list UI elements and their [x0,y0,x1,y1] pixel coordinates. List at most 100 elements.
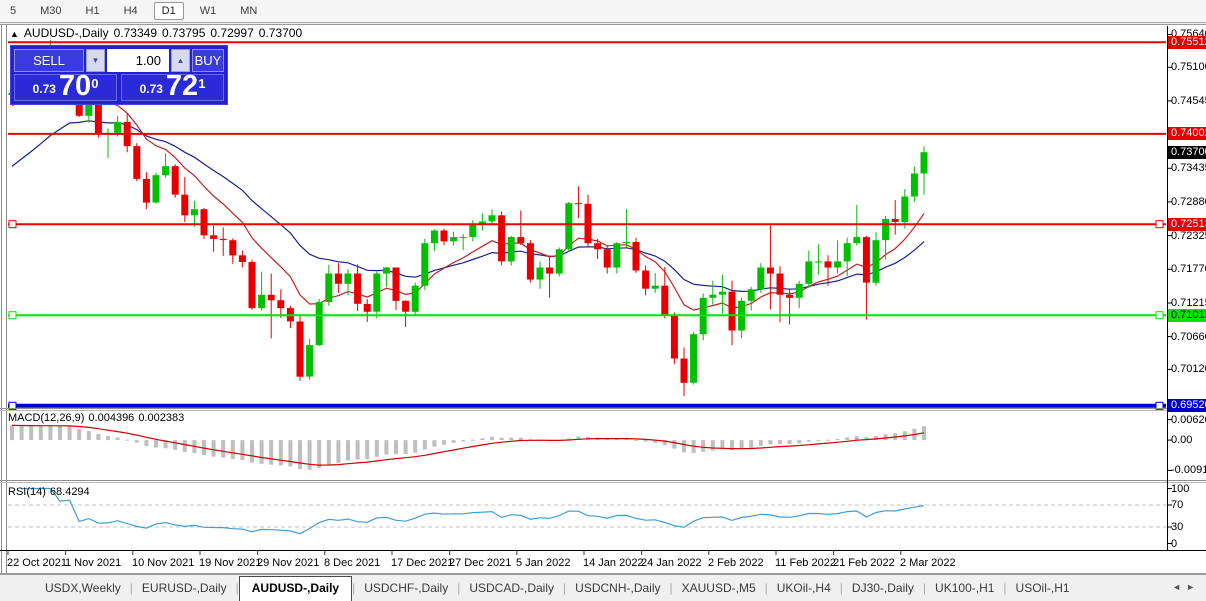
macd-histogram-bar [404,440,408,454]
candle-body [239,255,246,262]
macd-histogram-bar [154,440,158,447]
macd-histogram-bar [778,440,782,444]
candle-body [441,231,448,242]
macd-histogram-bar [749,440,753,448]
sell-price-big: 70 [59,73,91,99]
chart-tab-dj30daily[interactable]: DJ30-,Daily [843,577,923,599]
chart-tab-eurusddaily[interactable]: EURUSD-,Daily [133,577,236,599]
candle-body [345,274,352,284]
rsi-axis-tick: 70 [1171,499,1183,511]
macd-histogram-bar [490,437,494,440]
price-axis-tick: 0.73435 [1171,162,1206,174]
buy-price-big: 72 [166,73,198,99]
macd-histogram-bar [509,438,513,441]
date-axis-tick: 24 Jan 2022 [641,557,702,569]
tabs-scroll-right-icon[interactable]: ► [1186,582,1200,592]
line-handle-left[interactable] [9,221,16,228]
macd-histogram-bar [269,440,273,465]
chart-tab-usdcnhdaily[interactable]: USDCNH-,Daily [566,577,669,599]
candle-body [383,268,390,274]
macd-histogram-bar [106,436,110,440]
buy-price-display[interactable]: 0.73721 [121,74,224,101]
candle-body [85,105,92,116]
level-price-label: 0.75512 [1168,36,1206,49]
macd-histogram-bar [29,426,33,440]
chart-tab-xauusdm5[interactable]: XAUUSD-,M5 [673,577,765,599]
date-axis-tick: 10 Nov 2021 [132,557,194,569]
candle-body [671,316,678,359]
sell-button[interactable]: SELL [14,49,84,72]
line-handle-right[interactable] [1156,312,1163,319]
macd-value-main: 0.004396 [88,412,134,424]
macd-histogram-bar [442,440,446,445]
volume-input[interactable] [107,49,169,72]
candle-body [777,274,784,295]
macd-histogram-bar [375,440,379,457]
buy-button[interactable]: BUY [192,49,224,72]
level-price-label: 0.74002 [1168,127,1206,140]
date-axis-tick: 22 Oct 2021 [7,557,67,569]
price-axis-tick: 0.72880 [1171,196,1206,208]
macd-histogram-bar [125,440,129,441]
chart-tab-usoilh1[interactable]: USOil-,H1 [1007,577,1079,599]
macd-histogram-bar [279,440,283,465]
macd-histogram-bar [58,426,62,440]
candle-body [354,274,361,304]
macd-histogram-bar [672,440,676,449]
candle-body [853,237,860,243]
candle-body [623,242,630,243]
chart-tab-audusddaily[interactable]: AUDUSD-,Daily [239,576,352,601]
panel-collapse-icon[interactable]: ▲ [10,29,19,39]
candle-body [277,300,284,308]
candle-body [489,215,496,221]
chart-tab-usdchfdaily[interactable]: USDCHF-,Daily [355,577,457,599]
macd-histogram-bar [356,440,360,460]
macd-histogram-bar [87,431,91,440]
line-handle-right[interactable] [1156,221,1163,228]
candle-body [460,237,467,238]
candle-body [594,243,601,249]
price-axis-tick: 0.71770 [1171,263,1206,275]
macd-histogram-bar [250,440,254,463]
chart-symbol-period: AUDUSD-,Daily [24,26,109,40]
macd-histogram-bar [519,438,523,440]
volume-increase-button[interactable]: ▲ [171,49,190,72]
candle-body [297,322,304,377]
candle-body [825,261,832,267]
macd-histogram-bar [884,434,888,440]
rsi-value: 68.4294 [50,486,90,498]
date-axis-tick: 19 Nov 2021 [199,557,261,569]
chart-tab-usdcaddaily[interactable]: USDCAD-,Daily [460,577,563,599]
candle-body [604,249,611,267]
candle-body [661,286,668,316]
line-handle-left[interactable] [9,312,16,319]
macd-histogram-bar [135,440,139,443]
candle-body [268,295,275,301]
macd-histogram-bar [461,440,465,441]
candle-body [921,152,928,173]
date-axis-tick: 8 Dec 2021 [324,557,380,569]
macd-histogram-bar [423,440,427,450]
date-axis-tick: 11 Feb 2022 [775,557,836,569]
tabs-scroll-left-icon[interactable]: ◄ [1172,582,1186,592]
candle-body [911,174,918,197]
price-axis-tick: 0.70120 [1171,363,1206,375]
chart-tab-usdxweekly[interactable]: USDX,Weekly [36,577,130,599]
macd-histogram-bar [365,440,369,459]
sell-price-display[interactable]: 0.73700 [14,74,117,101]
chart-tab-uk100h1[interactable]: UK100-,H1 [926,577,1003,599]
date-axis-tick: 5 Jan 2022 [516,557,570,569]
volume-decrease-button[interactable]: ▼ [86,49,105,72]
candle-body [316,302,323,345]
macd-histogram-bar [452,440,456,443]
candle-body [191,209,198,215]
candle-body [373,274,380,312]
macd-histogram-bar [39,426,43,440]
price-axis-tick: 0.74545 [1171,95,1206,107]
candle-body [172,166,179,195]
candle-body [873,240,880,283]
candle-body [364,304,371,312]
date-axis-tick: 14 Jan 2022 [583,557,644,569]
macd-histogram-bar [711,440,715,451]
chart-tab-ukoilh4[interactable]: UKOil-,H4 [768,577,840,599]
